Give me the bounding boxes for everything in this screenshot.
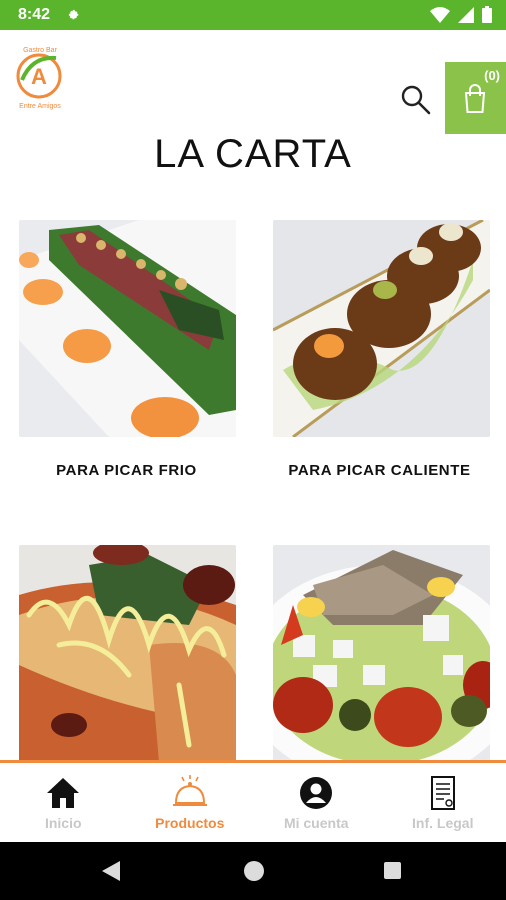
app-header: Gastro Bar A Entre Amigos (0)	[0, 30, 506, 134]
home-icon	[47, 778, 80, 808]
flatbread-toast-photo	[19, 545, 236, 762]
category-label[interactable]: PARA PICAR CALIENTE	[253, 462, 506, 479]
shopping-bag-icon	[464, 84, 486, 113]
nav-item-productos[interactable]: Productos	[127, 763, 254, 842]
nav-label-inicio: Inicio	[44, 815, 82, 831]
home-circle-icon[interactable]	[244, 861, 264, 881]
croquettes-photo	[273, 220, 490, 437]
wifi-icon	[430, 6, 450, 23]
back-icon[interactable]	[100, 860, 122, 882]
signal-icon	[458, 6, 474, 23]
category-label[interactable]: PARA PICAR FRIO	[0, 462, 253, 479]
tuna-tataki-photo	[19, 220, 236, 437]
cart-button[interactable]: (0)	[445, 62, 506, 134]
nav-label-productos: Productos	[155, 815, 225, 831]
logo-top-text: Gastro Bar	[23, 47, 58, 54]
bottom-navigation: Inicio Productos Mi cuenta Inf. Legal	[0, 760, 506, 842]
recents-icon[interactable]	[384, 862, 401, 879]
category-image-3[interactable]	[19, 545, 236, 762]
category-image-picar-frio[interactable]	[19, 220, 236, 437]
nav-label-inf-legal: Inf. Legal	[412, 815, 474, 831]
category-image-picar-caliente[interactable]	[273, 220, 490, 437]
cart-count: (0)	[484, 68, 500, 83]
document-icon	[430, 776, 455, 810]
battery-icon	[482, 6, 492, 23]
status-time: 8:42	[18, 6, 51, 23]
system-navigation-bar	[0, 842, 506, 900]
nav-item-inicio[interactable]: Inicio	[0, 763, 127, 842]
nav-item-inf-legal[interactable]: Inf. Legal	[380, 763, 506, 842]
logo[interactable]: Gastro Bar A Entre Amigos	[12, 42, 68, 112]
svg-text:A: A	[31, 64, 47, 89]
category-image-4[interactable]	[273, 545, 490, 762]
nav-label-mi-cuenta: Mi cuenta	[283, 815, 349, 831]
search-icon[interactable]	[398, 82, 432, 116]
nav-item-mi-cuenta[interactable]: Mi cuenta	[253, 763, 380, 842]
status-bar: 8:42	[0, 0, 506, 30]
logo-bottom-text: Entre Amigos	[19, 103, 61, 110]
tuna-salad-photo	[273, 545, 490, 762]
cloche-icon	[172, 775, 207, 806]
account-icon	[300, 777, 333, 809]
gear-icon	[68, 9, 79, 20]
page-title: LA CARTA	[154, 132, 352, 176]
